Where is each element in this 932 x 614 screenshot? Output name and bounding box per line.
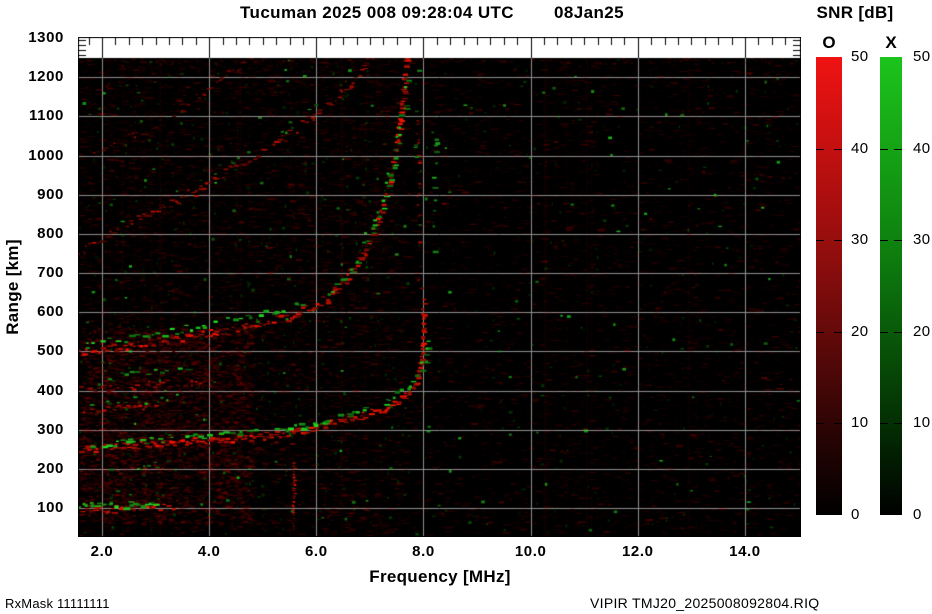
colorbar-tick-dash <box>816 148 824 150</box>
x-mode-colorbar <box>880 57 902 515</box>
colorbar-tick-label: 40 <box>851 139 869 157</box>
colorbar-tick-dash <box>894 240 902 242</box>
colorbar-tick-dash <box>880 148 888 150</box>
colorbar-tick-dash <box>834 423 842 425</box>
colorbar-tick-label: 50 <box>913 48 931 65</box>
x-tick-label: 8.0 <box>412 543 435 560</box>
y-tick-label: 1000 <box>28 146 64 164</box>
y-tick-label: 1300 <box>28 29 64 46</box>
colorbar-tick-label: 50 <box>851 48 869 65</box>
colorbar-tick-label: 10 <box>851 414 869 432</box>
x-mode-label: X <box>885 33 897 52</box>
colorbar-title: SNR [dB] <box>816 3 894 22</box>
colorbar-tick-dash <box>834 148 842 150</box>
colorbar-tick-label: 30 <box>851 231 869 249</box>
x-tick-label: 10.0 <box>514 543 547 560</box>
colorbar-tick-label: 0 <box>913 506 922 523</box>
y-tick-label: 600 <box>37 303 64 321</box>
y-tick-label: 1100 <box>29 107 64 125</box>
colorbar-tick-dash <box>880 331 888 333</box>
y-tick-label: 400 <box>37 381 64 399</box>
colorbar-tick-dash <box>816 240 824 242</box>
y-tick-label: 300 <box>37 420 64 438</box>
colorbar-tick-label: 30 <box>913 231 931 249</box>
ionogram-plot <box>78 37 801 537</box>
o-mode-label: O <box>822 33 836 52</box>
ionogram-viewer: Tucuman 2025 008 09:28:04 UTC 08Jan25 Ra… <box>0 0 932 614</box>
x-tick-label: 14.0 <box>729 543 761 560</box>
colorbar-tick-dash <box>816 331 824 333</box>
x-tick-label: 2.0 <box>90 543 114 560</box>
colorbar-tick-dash <box>880 423 888 425</box>
colorbar-tick-dash <box>894 331 902 333</box>
y-tick-label: 800 <box>37 224 64 242</box>
colorbar-tick-dash <box>834 331 842 333</box>
x-tick-label: 12.0 <box>621 543 654 560</box>
y-tick-label: 900 <box>37 185 64 203</box>
y-tick-label: 100 <box>37 499 64 516</box>
x-tick-label: 4.0 <box>197 543 221 560</box>
y-tick-label: 700 <box>37 264 64 281</box>
y-tick-label: 200 <box>37 459 64 477</box>
o-mode-colorbar <box>816 57 842 515</box>
colorbar-tick-dash <box>894 423 902 425</box>
colorbar-tick-dash <box>894 148 902 150</box>
colorbar-tick-dash <box>816 423 824 425</box>
colorbar-tick-label: 20 <box>851 322 869 340</box>
colorbar-tick-dash <box>880 240 888 242</box>
colorbar-tick-label: 20 <box>913 322 931 340</box>
colorbar-tick-dash <box>834 240 842 242</box>
y-tick-label: 1200 <box>28 68 64 86</box>
colorbar-tick-label: 0 <box>851 506 860 523</box>
y-tick-label: 500 <box>37 342 64 360</box>
colorbar-tick-label: 40 <box>913 139 931 157</box>
x-axis-title: Frequency [MHz] <box>369 567 511 586</box>
date-label: 08Jan25 <box>554 3 624 22</box>
colorbar-tick-label: 10 <box>913 414 931 432</box>
page-title: Tucuman 2025 008 09:28:04 UTC <box>240 3 514 22</box>
y-axis-title: Range [km] <box>3 239 22 335</box>
x-tick-label: 6.0 <box>304 543 328 560</box>
rxmask-label: RxMask 11111111 <box>5 596 110 611</box>
data-file-label: VIPIR TMJ20_2025008092804.RIQ <box>590 595 820 611</box>
